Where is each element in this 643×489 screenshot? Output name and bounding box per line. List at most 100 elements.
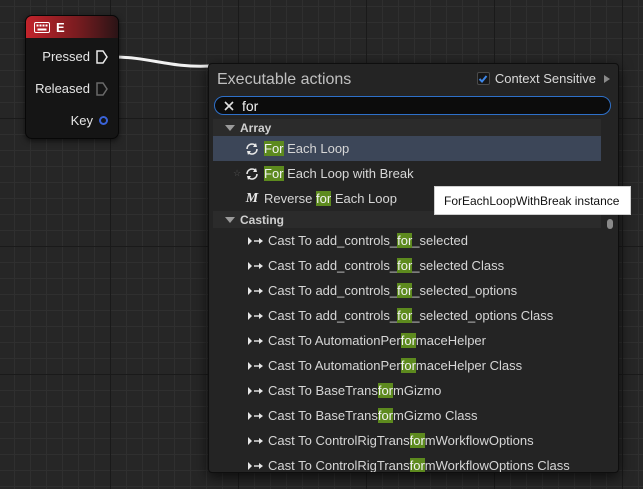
action-item[interactable]: Cast To add_controls_for_selected_option…: [213, 303, 601, 328]
struct-pin-icon[interactable]: [99, 116, 108, 125]
label-suffix: mWorkflowOptions: [424, 433, 534, 448]
cast-arrow-icon: [247, 358, 265, 374]
search-match-highlight: for: [397, 233, 413, 248]
cast-arrow-icon: [247, 233, 265, 249]
item-label: Cast To ControlRigTransformWorkflowOptio…: [268, 458, 570, 472]
search-match-highlight: for: [316, 191, 332, 206]
collapse-arrow-icon[interactable]: [225, 216, 235, 223]
search-match-highlight: for: [377, 383, 393, 398]
label-suffix: _selected: [412, 233, 468, 248]
pressed-pin[interactable]: Pressed: [42, 49, 108, 64]
context-sensitive-checkbox[interactable]: [476, 72, 490, 85]
action-menu[interactable]: Executable actions Context Sensitive Arr…: [208, 63, 619, 473]
collapse-arrow-icon[interactable]: [225, 124, 235, 131]
item-label: For Each Loop with Break: [264, 166, 414, 181]
popup-title: Executable actions: [217, 71, 352, 88]
clear-search-icon[interactable]: [220, 97, 238, 115]
action-item[interactable]: Cast To ControlRigTransformWorkflowOptio…: [213, 428, 601, 453]
category-label: Casting: [240, 212, 285, 227]
released-pin[interactable]: Released: [35, 81, 108, 96]
favorite-star-icon[interactable]: ☆: [231, 168, 243, 179]
label-suffix: Each Loop with Break: [283, 166, 414, 181]
label-suffix: mWorkflowOptions Class: [424, 458, 570, 472]
item-label: Cast To add_controls_for_selected: [268, 233, 468, 248]
cast-arrow-icon: [247, 408, 265, 424]
action-item[interactable]: Cast To ControlRigTransformWorkflowOptio…: [213, 453, 601, 472]
context-sensitive-label: Context Sensitive: [494, 71, 596, 86]
action-item[interactable]: Cast To add_controls_for_selected: [213, 228, 601, 253]
label-prefix: Cast To ControlRigTrans: [268, 433, 410, 448]
cast-arrow-icon: [247, 283, 265, 299]
expand-arrow-icon[interactable]: [604, 74, 610, 83]
label-suffix: _selected_options Class: [412, 308, 554, 323]
loop-icon: [243, 166, 261, 182]
tooltip: ForEachLoopWithBreak instance: [434, 186, 631, 215]
label-suffix: Each Loop: [331, 191, 397, 206]
label-prefix: Reverse: [264, 191, 317, 206]
label-prefix: Cast To add_controls_: [268, 258, 398, 273]
node-header[interactable]: E: [26, 16, 118, 38]
label-prefix: Cast To BaseTrans: [268, 383, 378, 398]
item-label: Cast To BaseTransformGizmo Class: [268, 408, 478, 423]
context-sensitive-toggle[interactable]: Context Sensitive: [476, 71, 610, 86]
search-match-highlight: for: [400, 333, 416, 348]
pin-label: Key: [70, 113, 93, 128]
search-match-highlight: for: [409, 458, 425, 472]
node-title: E: [56, 19, 65, 35]
cast-arrow-icon: [247, 308, 265, 324]
exec-pin-icon[interactable]: [96, 81, 108, 96]
action-item[interactable]: For Each Loop: [213, 136, 601, 161]
item-label: Cast To AutomationPerformaceHelper Class: [268, 358, 522, 373]
key-pin[interactable]: Key: [71, 113, 108, 128]
cast-arrow-icon: [247, 433, 265, 449]
exec-pin-connected-icon[interactable]: [96, 49, 108, 64]
search-match-highlight: for: [397, 258, 413, 273]
label-prefix: Cast To AutomationPer: [268, 333, 401, 348]
cast-arrow-icon: [247, 333, 265, 349]
pin-label: Pressed: [42, 49, 90, 64]
scrollbar[interactable]: [607, 119, 613, 472]
item-label: Reverse for Each Loop: [264, 191, 397, 206]
checkmark-icon: [479, 74, 488, 83]
item-label: Cast To add_controls_for_selected_option…: [268, 308, 553, 323]
action-item[interactable]: Cast To AutomationPerformaceHelper Class: [213, 353, 601, 378]
search-match-highlight: for: [397, 283, 413, 298]
item-label: Cast To add_controls_for_selected Class: [268, 258, 504, 273]
action-item[interactable]: Cast To BaseTransformGizmo Class: [213, 403, 601, 428]
action-item[interactable]: Cast To BaseTransformGizmo: [213, 378, 601, 403]
action-item[interactable]: Cast To add_controls_for_selected Class: [213, 253, 601, 278]
search-match-highlight: For: [264, 141, 284, 156]
label-suffix: maceHelper Class: [415, 358, 523, 373]
label-suffix: _selected Class: [412, 258, 505, 273]
keyboard-icon: [34, 21, 50, 33]
search-match-highlight: for: [409, 433, 425, 448]
search-match-highlight: for: [400, 358, 416, 373]
category-array[interactable]: Array: [213, 119, 601, 136]
item-label: Cast To ControlRigTransformWorkflowOptio…: [268, 433, 534, 448]
search-match-highlight: for: [377, 408, 393, 423]
label-prefix: Cast To ControlRigTrans: [268, 458, 410, 472]
label-suffix: Each Loop: [283, 141, 350, 156]
cast-arrow-icon: [247, 258, 265, 274]
search-box[interactable]: [214, 96, 611, 115]
label-suffix: _selected_options: [412, 283, 518, 298]
label-prefix: Cast To AutomationPer: [268, 358, 401, 373]
item-label: For Each Loop: [264, 141, 349, 156]
category-label: Array: [240, 120, 272, 135]
cast-arrow-icon: [247, 383, 265, 399]
label-prefix: Cast To add_controls_: [268, 308, 398, 323]
loop-icon: [243, 141, 261, 157]
action-item[interactable]: ☆ For Each Loop with Break: [213, 161, 601, 186]
action-item[interactable]: Cast To add_controls_for_selected_option…: [213, 278, 601, 303]
search-match-highlight: For: [264, 166, 284, 181]
keyboard-event-node[interactable]: E Pressed Released Key: [25, 15, 119, 139]
pin-label: Released: [35, 81, 90, 96]
label-prefix: Cast To BaseTrans: [268, 408, 378, 423]
action-list[interactable]: Array For Each Loop ☆ For Each Loop with B…: [213, 119, 601, 472]
label-prefix: Cast To add_controls_: [268, 283, 398, 298]
item-label: Cast To BaseTransformGizmo: [268, 383, 441, 398]
action-item[interactable]: Cast To AutomationPerformaceHelper: [213, 328, 601, 353]
item-label: Cast To add_controls_for_selected_option…: [268, 283, 517, 298]
scrollbar-thumb[interactable]: [607, 219, 613, 229]
search-input[interactable]: [238, 97, 582, 114]
